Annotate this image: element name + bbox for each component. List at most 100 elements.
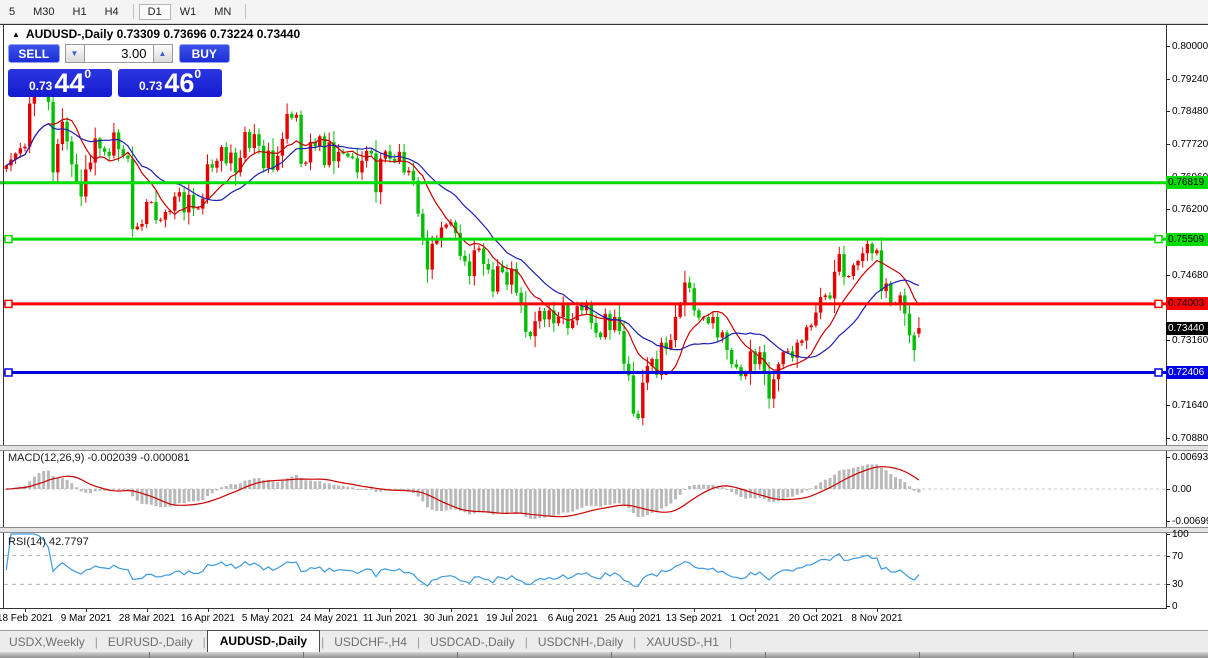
chart-top-frame — [0, 24, 1208, 25]
date-axis-tick — [147, 609, 148, 612]
buy-price-display[interactable]: 0.73 46 0 — [118, 69, 222, 97]
status-strip-divider — [765, 652, 766, 658]
date-axis-tick — [633, 609, 634, 612]
date-axis-tick — [25, 609, 26, 612]
price-axis-tick — [1166, 111, 1170, 112]
tab-separator: | — [417, 635, 420, 649]
date-axis-tick — [86, 609, 87, 612]
date-axis-tick — [512, 609, 513, 612]
bottom-status-strip — [0, 652, 1208, 658]
rsi-axis-tick-label: 30 — [1172, 579, 1183, 590]
macd-axis-tick — [1166, 457, 1170, 458]
buy-price-prefix: 0.73 — [139, 79, 162, 93]
price-axis-tick — [1166, 46, 1170, 47]
price-axis-tick — [1166, 79, 1170, 80]
status-strip-divider — [611, 652, 612, 658]
chart-left-frame — [3, 25, 4, 630]
date-axis-tick — [573, 609, 574, 612]
price-level-tag: 0.75509 — [1166, 233, 1208, 246]
rsi-axis-tick-label: 0 — [1172, 601, 1178, 612]
chart-tab-usdcnh-[interactable]: USDCNH-,Daily — [529, 632, 632, 652]
date-axis-tick — [329, 609, 330, 612]
rsi-name: RSI(14) — [8, 536, 46, 548]
rsi-axis-tick — [1166, 606, 1170, 607]
chart-tab-usdchf-[interactable]: USDCHF-,H4 — [325, 632, 416, 652]
rsi-value: 42.7797 — [49, 536, 89, 548]
macd-name: MACD(12,26,9) — [8, 452, 84, 464]
sell-price-display[interactable]: 0.73 44 0 — [8, 69, 112, 97]
chart-tab-eurusd-[interactable]: EURUSD-,Daily — [99, 632, 202, 652]
buy-button[interactable]: BUY — [179, 44, 231, 63]
sell-price-point: 0 — [84, 67, 91, 81]
tab-separator: | — [95, 635, 98, 649]
date-axis[interactable]: 18 Feb 20219 Mar 202128 Mar 202116 Apr 2… — [0, 609, 1208, 630]
pane-splitter-macd[interactable] — [0, 445, 1208, 451]
price-axis-tick-label: 0.70880 — [1172, 433, 1208, 444]
price-axis-tick — [1166, 275, 1170, 276]
rsi-axis-tick — [1166, 584, 1170, 585]
price-axis-tick — [1166, 144, 1170, 145]
date-axis-tick — [208, 609, 209, 612]
sell-button[interactable]: SELL — [8, 44, 60, 63]
status-strip-divider — [457, 652, 458, 658]
pane-splitter-rsi[interactable] — [0, 527, 1208, 533]
chart-tab-usdcad-[interactable]: USDCAD-,Daily — [421, 632, 524, 652]
date-axis-tick — [268, 609, 269, 612]
tab-separator: | — [203, 635, 206, 649]
price-axis-tick-label: 0.74680 — [1172, 270, 1208, 281]
price-level-tag: 0.74003 — [1166, 297, 1208, 310]
macd-values: -0.002039 -0.000081 — [87, 452, 189, 464]
price-axis-tick-label: 0.73160 — [1172, 335, 1208, 346]
tab-separator: | — [321, 635, 324, 649]
date-axis-tick — [816, 609, 817, 612]
one-click-trading-panel: SELL ▼ ▲ BUY 0.73 44 0 0.73 46 0 — [8, 44, 230, 97]
price-level-tag: 0.76819 — [1166, 176, 1208, 189]
price-axis-tick-label: 0.79240 — [1172, 74, 1208, 85]
chart-title: ▲ AUDUSD-,Daily 0.73309 0.73696 0.73224 0… — [12, 27, 300, 41]
price-axis-tick — [1166, 438, 1170, 439]
date-axis-tick — [755, 609, 756, 612]
rsi-indicator-label: RSI(14) 42.7797 — [8, 536, 89, 548]
mt4-window: 5M30H1H4D1W1MN ▲AUDUSD-,Daily 0.73309 0.… — [0, 0, 1208, 658]
price-axis-tick-label: 0.78480 — [1172, 106, 1208, 117]
tab-separator: | — [729, 635, 732, 649]
macd-axis-tick-label: 0.00 — [1172, 484, 1191, 495]
macd-axis-tick — [1166, 489, 1170, 490]
status-strip-divider — [149, 652, 150, 658]
collapse-panel-icon[interactable]: ▲ — [12, 30, 20, 39]
date-axis-tick — [877, 609, 878, 612]
macd-axis-tick-label: -0.006991 — [1172, 516, 1208, 527]
macd-series — [4, 464, 1166, 519]
price-level-tag: 0.72406 — [1166, 366, 1208, 379]
price-axis-tick — [1166, 209, 1170, 210]
price-axis-tick — [1166, 405, 1170, 406]
price-axis-tick-label: 0.80000 — [1172, 41, 1208, 52]
price-chart-canvas[interactable] — [0, 0, 1208, 658]
price-axis-tick-label: 0.76200 — [1172, 204, 1208, 215]
chart-tab-xauusd-[interactable]: XAUUSD-,H1 — [637, 632, 728, 652]
buy-price-pips: 46 — [164, 71, 194, 96]
date-axis-label: 8 Nov 2021 — [837, 613, 917, 624]
chart-tab-usdx[interactable]: USDX,Weekly — [0, 632, 94, 652]
volume-decrease-icon[interactable]: ▼ — [65, 44, 85, 63]
date-axis-tick — [390, 609, 391, 612]
price-axis-tick-label: 0.71640 — [1172, 400, 1208, 411]
macd-axis-tick-label: 0.006936 — [1172, 452, 1208, 463]
macd-indicator-label: MACD(12,26,9) -0.002039 -0.000081 — [8, 452, 190, 464]
buy-price-point: 0 — [194, 67, 201, 81]
date-axis-tick — [694, 609, 695, 612]
sell-price-pips: 44 — [54, 71, 84, 96]
tab-separator: | — [525, 635, 528, 649]
chart-symbol-label: AUDUSD-,Daily — [26, 27, 113, 41]
volume-input[interactable] — [85, 44, 153, 63]
volume-increase-icon[interactable]: ▲ — [153, 44, 173, 63]
rsi-axis-tick — [1166, 556, 1170, 557]
rsi-axis-tick — [1166, 534, 1170, 535]
status-strip-divider — [919, 652, 920, 658]
price-axis-tick-label: 0.77720 — [1172, 139, 1208, 150]
current-price-tag: 0.73440 — [1166, 322, 1208, 335]
chart-ohlc-values: 0.73309 0.73696 0.73224 0.73440 — [117, 27, 301, 41]
macd-axis-tick — [1166, 521, 1170, 522]
chart-tab-audusd-[interactable]: AUDUSD-,Daily — [207, 630, 320, 653]
rsi-axis-tick-label: 70 — [1172, 551, 1183, 562]
